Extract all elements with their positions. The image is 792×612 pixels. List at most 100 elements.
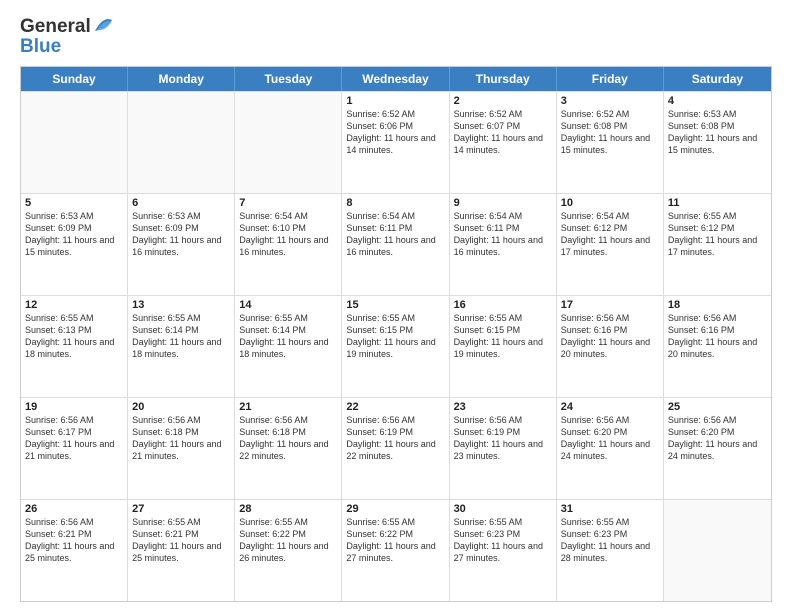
calendar-cell: 29Sunrise: 6:55 AM Sunset: 6:22 PM Dayli… xyxy=(342,500,449,601)
day-info: Sunrise: 6:56 AM Sunset: 6:16 PM Dayligh… xyxy=(561,312,659,361)
calendar-cell: 14Sunrise: 6:55 AM Sunset: 6:14 PM Dayli… xyxy=(235,296,342,397)
day-info: Sunrise: 6:56 AM Sunset: 6:19 PM Dayligh… xyxy=(454,414,552,463)
calendar: SundayMondayTuesdayWednesdayThursdayFrid… xyxy=(20,66,772,602)
day-number: 15 xyxy=(346,299,444,311)
calendar-cell: 17Sunrise: 6:56 AM Sunset: 6:16 PM Dayli… xyxy=(557,296,664,397)
calendar-row-2: 12Sunrise: 6:55 AM Sunset: 6:13 PM Dayli… xyxy=(21,295,771,397)
calendar-cell: 3Sunrise: 6:52 AM Sunset: 6:08 PM Daylig… xyxy=(557,92,664,193)
day-info: Sunrise: 6:54 AM Sunset: 6:11 PM Dayligh… xyxy=(454,210,552,259)
calendar-cell: 19Sunrise: 6:56 AM Sunset: 6:17 PM Dayli… xyxy=(21,398,128,499)
day-number: 1 xyxy=(346,95,444,107)
logo-container: General xyxy=(20,16,113,38)
day-info: Sunrise: 6:55 AM Sunset: 6:15 PM Dayligh… xyxy=(346,312,444,361)
day-info: Sunrise: 6:55 AM Sunset: 6:14 PM Dayligh… xyxy=(132,312,230,361)
day-info: Sunrise: 6:55 AM Sunset: 6:15 PM Dayligh… xyxy=(454,312,552,361)
day-info: Sunrise: 6:55 AM Sunset: 6:13 PM Dayligh… xyxy=(25,312,123,361)
day-info: Sunrise: 6:55 AM Sunset: 6:22 PM Dayligh… xyxy=(239,516,337,565)
day-number: 5 xyxy=(25,197,123,209)
day-number: 31 xyxy=(561,503,659,515)
day-info: Sunrise: 6:55 AM Sunset: 6:21 PM Dayligh… xyxy=(132,516,230,565)
day-number: 27 xyxy=(132,503,230,515)
calendar-cell: 1Sunrise: 6:52 AM Sunset: 6:06 PM Daylig… xyxy=(342,92,449,193)
day-info: Sunrise: 6:54 AM Sunset: 6:11 PM Dayligh… xyxy=(346,210,444,259)
calendar-cell xyxy=(128,92,235,193)
day-info: Sunrise: 6:56 AM Sunset: 6:19 PM Dayligh… xyxy=(346,414,444,463)
calendar-cell: 22Sunrise: 6:56 AM Sunset: 6:19 PM Dayli… xyxy=(342,398,449,499)
calendar-cell: 21Sunrise: 6:56 AM Sunset: 6:18 PM Dayli… xyxy=(235,398,342,499)
calendar-row-1: 5Sunrise: 6:53 AM Sunset: 6:09 PM Daylig… xyxy=(21,193,771,295)
calendar-row-3: 19Sunrise: 6:56 AM Sunset: 6:17 PM Dayli… xyxy=(21,397,771,499)
day-number: 8 xyxy=(346,197,444,209)
calendar-cell: 30Sunrise: 6:55 AM Sunset: 6:23 PM Dayli… xyxy=(450,500,557,601)
logo-blue: Blue xyxy=(20,36,61,58)
day-number: 26 xyxy=(25,503,123,515)
day-number: 18 xyxy=(668,299,767,311)
calendar-cell xyxy=(21,92,128,193)
day-number: 13 xyxy=(132,299,230,311)
day-number: 3 xyxy=(561,95,659,107)
day-number: 4 xyxy=(668,95,767,107)
calendar-cell: 6Sunrise: 6:53 AM Sunset: 6:09 PM Daylig… xyxy=(128,194,235,295)
calendar-cell: 23Sunrise: 6:56 AM Sunset: 6:19 PM Dayli… xyxy=(450,398,557,499)
calendar-cell: 25Sunrise: 6:56 AM Sunset: 6:20 PM Dayli… xyxy=(664,398,771,499)
day-info: Sunrise: 6:56 AM Sunset: 6:16 PM Dayligh… xyxy=(668,312,767,361)
logo: General Blue xyxy=(20,16,113,58)
header: General Blue xyxy=(20,16,772,58)
calendar-cell: 10Sunrise: 6:54 AM Sunset: 6:12 PM Dayli… xyxy=(557,194,664,295)
calendar-cell: 7Sunrise: 6:54 AM Sunset: 6:10 PM Daylig… xyxy=(235,194,342,295)
day-number: 14 xyxy=(239,299,337,311)
weekday-header-monday: Monday xyxy=(128,67,235,91)
calendar-cell: 11Sunrise: 6:55 AM Sunset: 6:12 PM Dayli… xyxy=(664,194,771,295)
calendar-cell: 31Sunrise: 6:55 AM Sunset: 6:23 PM Dayli… xyxy=(557,500,664,601)
day-info: Sunrise: 6:55 AM Sunset: 6:12 PM Dayligh… xyxy=(668,210,767,259)
logo-wing-icon xyxy=(93,15,113,33)
calendar-row-4: 26Sunrise: 6:56 AM Sunset: 6:21 PM Dayli… xyxy=(21,499,771,601)
weekday-header-friday: Friday xyxy=(557,67,664,91)
calendar-cell: 26Sunrise: 6:56 AM Sunset: 6:21 PM Dayli… xyxy=(21,500,128,601)
day-info: Sunrise: 6:52 AM Sunset: 6:06 PM Dayligh… xyxy=(346,108,444,157)
day-info: Sunrise: 6:56 AM Sunset: 6:18 PM Dayligh… xyxy=(239,414,337,463)
day-info: Sunrise: 6:52 AM Sunset: 6:08 PM Dayligh… xyxy=(561,108,659,157)
day-info: Sunrise: 6:56 AM Sunset: 6:20 PM Dayligh… xyxy=(668,414,767,463)
calendar-cell: 9Sunrise: 6:54 AM Sunset: 6:11 PM Daylig… xyxy=(450,194,557,295)
day-number: 25 xyxy=(668,401,767,413)
day-info: Sunrise: 6:56 AM Sunset: 6:18 PM Dayligh… xyxy=(132,414,230,463)
calendar-header: SundayMondayTuesdayWednesdayThursdayFrid… xyxy=(21,67,771,91)
calendar-cell: 16Sunrise: 6:55 AM Sunset: 6:15 PM Dayli… xyxy=(450,296,557,397)
calendar-cell: 13Sunrise: 6:55 AM Sunset: 6:14 PM Dayli… xyxy=(128,296,235,397)
day-number: 24 xyxy=(561,401,659,413)
day-number: 10 xyxy=(561,197,659,209)
day-number: 16 xyxy=(454,299,552,311)
calendar-cell: 15Sunrise: 6:55 AM Sunset: 6:15 PM Dayli… xyxy=(342,296,449,397)
calendar-cell: 27Sunrise: 6:55 AM Sunset: 6:21 PM Dayli… xyxy=(128,500,235,601)
calendar-cell: 28Sunrise: 6:55 AM Sunset: 6:22 PM Dayli… xyxy=(235,500,342,601)
day-info: Sunrise: 6:56 AM Sunset: 6:20 PM Dayligh… xyxy=(561,414,659,463)
calendar-cell: 20Sunrise: 6:56 AM Sunset: 6:18 PM Dayli… xyxy=(128,398,235,499)
day-info: Sunrise: 6:55 AM Sunset: 6:22 PM Dayligh… xyxy=(346,516,444,565)
day-info: Sunrise: 6:55 AM Sunset: 6:23 PM Dayligh… xyxy=(561,516,659,565)
weekday-header-wednesday: Wednesday xyxy=(342,67,449,91)
weekday-header-tuesday: Tuesday xyxy=(235,67,342,91)
day-info: Sunrise: 6:55 AM Sunset: 6:14 PM Dayligh… xyxy=(239,312,337,361)
day-number: 7 xyxy=(239,197,337,209)
calendar-cell: 5Sunrise: 6:53 AM Sunset: 6:09 PM Daylig… xyxy=(21,194,128,295)
calendar-cell: 24Sunrise: 6:56 AM Sunset: 6:20 PM Dayli… xyxy=(557,398,664,499)
day-number: 2 xyxy=(454,95,552,107)
calendar-cell: 2Sunrise: 6:52 AM Sunset: 6:07 PM Daylig… xyxy=(450,92,557,193)
day-info: Sunrise: 6:53 AM Sunset: 6:09 PM Dayligh… xyxy=(25,210,123,259)
day-info: Sunrise: 6:52 AM Sunset: 6:07 PM Dayligh… xyxy=(454,108,552,157)
weekday-header-saturday: Saturday xyxy=(664,67,771,91)
weekday-header-thursday: Thursday xyxy=(450,67,557,91)
day-number: 29 xyxy=(346,503,444,515)
day-number: 11 xyxy=(668,197,767,209)
calendar-row-0: 1Sunrise: 6:52 AM Sunset: 6:06 PM Daylig… xyxy=(21,91,771,193)
day-info: Sunrise: 6:55 AM Sunset: 6:23 PM Dayligh… xyxy=(454,516,552,565)
calendar-cell: 12Sunrise: 6:55 AM Sunset: 6:13 PM Dayli… xyxy=(21,296,128,397)
page: General Blue SundayMondayTuesdayWednesda… xyxy=(0,0,792,612)
day-number: 20 xyxy=(132,401,230,413)
day-info: Sunrise: 6:53 AM Sunset: 6:08 PM Dayligh… xyxy=(668,108,767,157)
calendar-cell: 18Sunrise: 6:56 AM Sunset: 6:16 PM Dayli… xyxy=(664,296,771,397)
day-number: 23 xyxy=(454,401,552,413)
day-info: Sunrise: 6:54 AM Sunset: 6:12 PM Dayligh… xyxy=(561,210,659,259)
day-number: 22 xyxy=(346,401,444,413)
